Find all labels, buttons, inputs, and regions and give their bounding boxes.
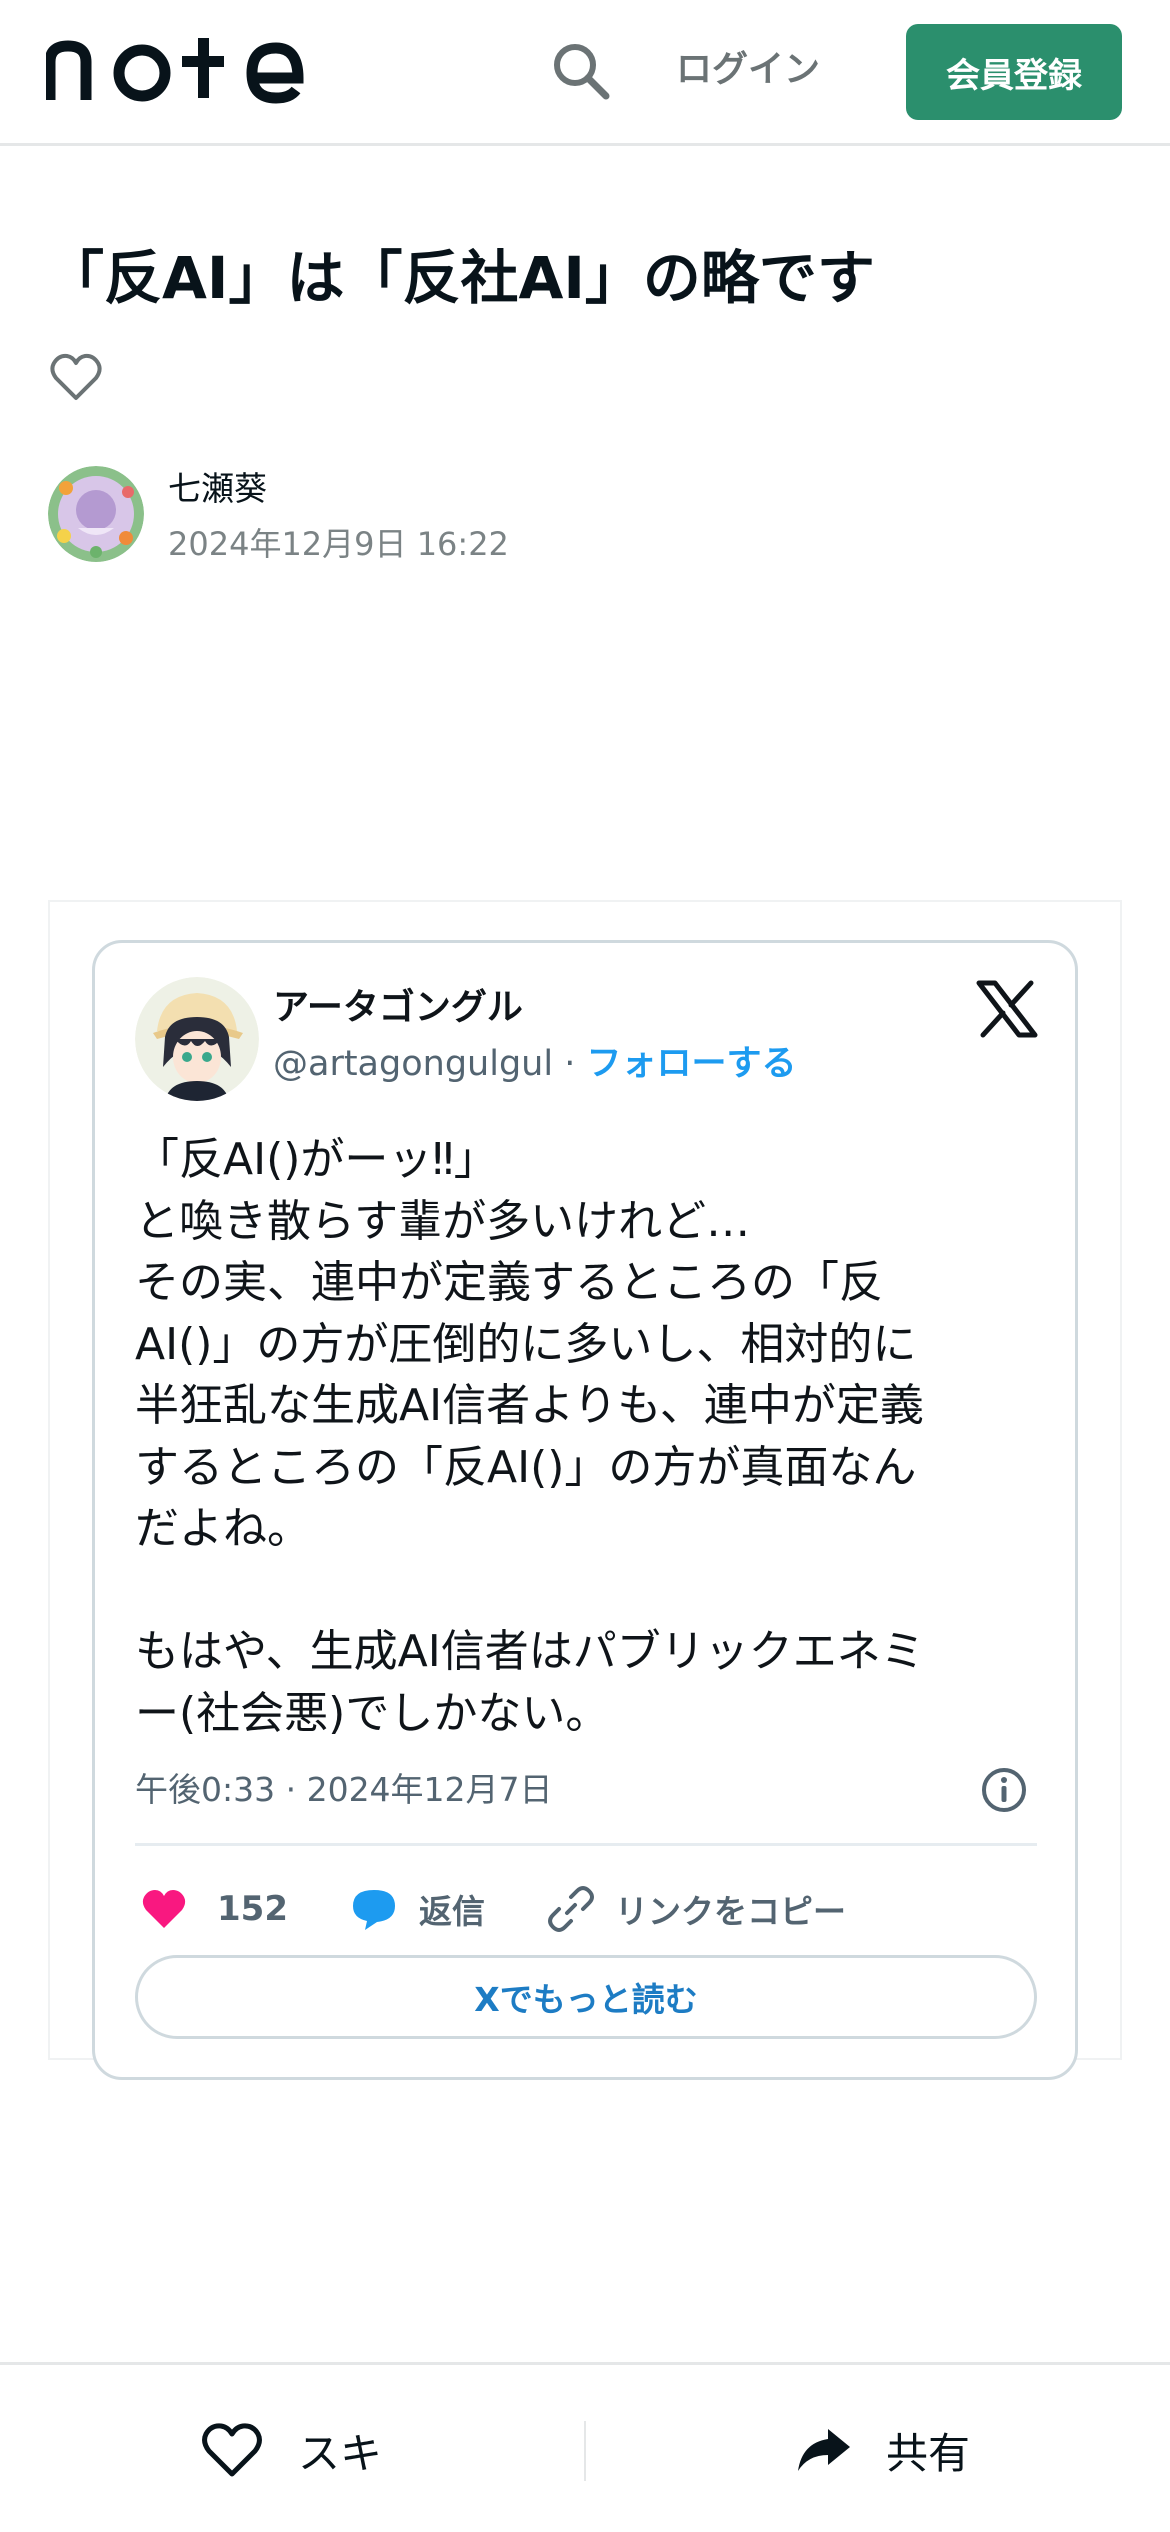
article-title: 「反AI」は「反社AI」の略です: [46, 244, 875, 312]
tweet-reply-button[interactable]: 返信: [349, 1863, 485, 1955]
like-count: 152: [217, 1889, 288, 1929]
info-button[interactable]: [979, 1765, 1029, 1815]
heart-outline-icon: [50, 353, 102, 400]
copy-link-button[interactable]: リンクをコピー: [547, 1863, 846, 1955]
info-icon: [982, 1768, 1026, 1812]
article-like-button[interactable]: [48, 350, 104, 404]
top-header: note ログイン 会員登録: [0, 0, 1170, 146]
bottom-like-button[interactable]: スキ: [200, 2405, 382, 2495]
heart-outline-icon: [202, 2423, 262, 2477]
tweet-divider: [135, 1843, 1037, 1846]
link-icon: [548, 1886, 594, 1932]
handle-separator: ·: [553, 1044, 587, 1084]
share-arrow-icon: [798, 2429, 850, 2471]
tweet-author-handle[interactable]: @artagongulgul: [273, 1044, 553, 1084]
login-link[interactable]: ログイン: [676, 44, 820, 96]
tweet-actions: 152 返信 リンクをコピー: [135, 1863, 1037, 1955]
copy-link-label: リンクをコピー: [615, 1892, 846, 1931]
tweet-timestamp[interactable]: 午後0:33 · 2024年12月7日: [135, 1765, 553, 1815]
tweet-author-name[interactable]: アータゴングル: [273, 983, 523, 1033]
follow-link[interactable]: フォローする: [586, 1044, 796, 1084]
bottom-bar-divider: [584, 2421, 586, 2481]
post-date: 2024年12月9日 16:22: [168, 525, 509, 563]
tweet-avatar-image: [135, 977, 259, 1101]
note-logo[interactable]: note: [44, 34, 346, 108]
tweet-author-avatar[interactable]: [135, 977, 259, 1101]
speech-bubble-icon: [353, 1890, 395, 1930]
x-logo-icon: [976, 980, 1038, 1038]
embedded-tweet[interactable]: アータゴングル @artagongulgul · フォローする 「反AI()がー…: [92, 940, 1078, 2080]
author-avatar[interactable]: [48, 466, 144, 562]
bottom-action-bar: スキ 共有: [0, 2362, 1170, 2532]
tweet-handle-row: @artagongulgul · フォローする: [273, 1039, 796, 1089]
author-name[interactable]: 七瀬葵: [168, 466, 267, 512]
bottom-share-label: 共有: [886, 2428, 971, 2478]
tweet-like-button[interactable]: 152: [141, 1863, 288, 1955]
bottom-share-button[interactable]: 共有: [794, 2405, 970, 2495]
avatar-image: [48, 466, 144, 562]
tweet-text: 「反AI()がーッ‼」 と喚き散らす輩が多いけれど… その実、連中が定義するとこ…: [135, 1134, 925, 1739]
note-logo-icon: [44, 38, 304, 104]
heart-filled-icon: [142, 1890, 186, 1928]
signup-button[interactable]: 会員登録: [906, 24, 1122, 120]
search-button[interactable]: [548, 38, 614, 104]
reply-label: 返信: [419, 1892, 485, 1931]
read-more-on-x-button[interactable]: Xでもっと読む: [135, 1955, 1037, 2039]
x-logo-link[interactable]: [975, 977, 1039, 1041]
search-icon: [554, 44, 610, 100]
bottom-like-label: スキ: [298, 2428, 383, 2478]
